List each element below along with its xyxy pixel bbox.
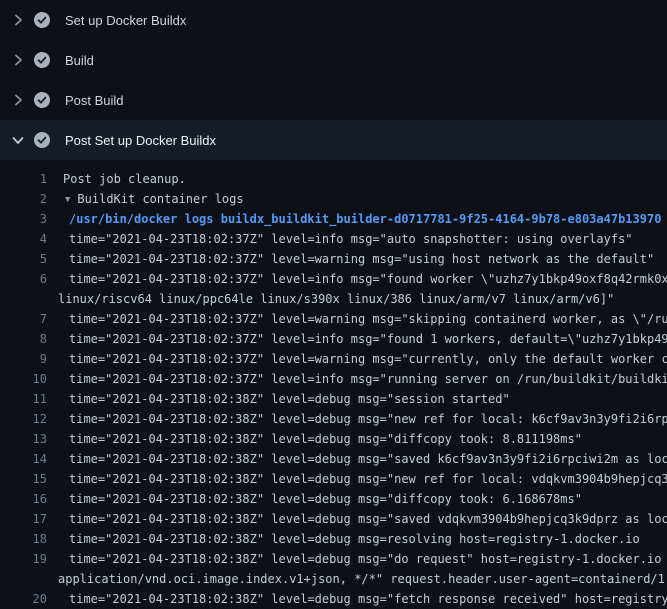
line-number[interactable]: 1 [0,169,47,189]
line-number [0,569,47,589]
log-line: 11time="2021-04-23T18:02:38Z" level=debu… [0,389,667,409]
step-label: Build [65,53,94,68]
log-text: Post job cleanup. [47,169,186,189]
log-command-text: /usr/bin/docker logs buildx_buildkit_bui… [47,209,661,229]
log-text: time="2021-04-23T18:02:37Z" level=warnin… [47,349,667,369]
line-number[interactable]: 19 [0,549,47,569]
log-text: time="2021-04-23T18:02:38Z" level=debug … [47,449,667,469]
log-line: 10time="2021-04-23T18:02:37Z" level=info… [0,369,667,389]
log-line: 5time="2021-04-23T18:02:37Z" level=warni… [0,249,667,269]
line-number[interactable]: 3 [0,209,47,229]
chevron-right-icon [10,52,26,68]
log-line: 18time="2021-04-23T18:02:38Z" level=debu… [0,529,667,549]
step-label: Set up Docker Buildx [65,13,186,28]
log-text: time="2021-04-23T18:02:37Z" level=warnin… [47,249,654,269]
log-text: time="2021-04-23T18:02:37Z" level=warnin… [47,309,667,329]
line-number [0,289,47,309]
line-number[interactable]: 18 [0,529,47,549]
log-line: 12time="2021-04-23T18:02:38Z" level=debu… [0,409,667,429]
log-line: 6time="2021-04-23T18:02:37Z" level=info … [0,269,667,289]
line-number[interactable]: 8 [0,329,47,349]
log-text: time="2021-04-23T18:02:38Z" level=debug … [47,429,582,449]
check-circle-icon [34,52,50,68]
line-number[interactable]: 11 [0,389,47,409]
line-number[interactable]: 2 [0,189,47,209]
log-line: 8time="2021-04-23T18:02:37Z" level=info … [0,329,667,349]
log-line: linux/riscv64 linux/ppc64le linux/s390x … [0,289,667,309]
log-line: 20time="2021-04-23T18:02:38Z" level=debu… [0,589,667,609]
line-number[interactable]: 20 [0,589,47,609]
log-text: time="2021-04-23T18:02:38Z" level=debug … [47,589,667,609]
step-label: Post Build [65,93,124,108]
line-number[interactable]: 16 [0,489,47,509]
log-text: time="2021-04-23T18:02:38Z" level=debug … [47,389,510,409]
log-viewer: 1Post job cleanup.2▼BuildKit container l… [0,160,667,609]
line-number[interactable]: 5 [0,249,47,269]
log-line: 14time="2021-04-23T18:02:38Z" level=debu… [0,449,667,469]
log-text: linux/riscv64 linux/ppc64le linux/s390x … [47,289,614,309]
chevron-right-icon [10,92,26,108]
log-line: 9time="2021-04-23T18:02:37Z" level=warni… [0,349,667,369]
steps-list: Set up Docker Buildx Build [0,0,667,160]
line-number[interactable]: 10 [0,369,47,389]
log-line: 4time="2021-04-23T18:02:37Z" level=info … [0,229,667,249]
log-text: time="2021-04-23T18:02:38Z" level=debug … [47,529,640,549]
step-header[interactable]: Build [0,40,667,80]
check-circle-icon [34,132,50,148]
log-group-toggle[interactable]: ▼BuildKit container logs [47,189,244,209]
log-text: time="2021-04-23T18:02:38Z" level=debug … [47,409,667,429]
log-text: time="2021-04-23T18:02:38Z" level=debug … [47,549,667,569]
line-number[interactable]: 7 [0,309,47,329]
step-header[interactable]: Post Build [0,80,667,120]
log-line: 3/usr/bin/docker logs buildx_buildkit_bu… [0,209,667,229]
log-line: 19time="2021-04-23T18:02:38Z" level=debu… [0,549,667,569]
log-text: application/vnd.oci.image.index.v1+json,… [47,569,667,589]
log-line: 16time="2021-04-23T18:02:38Z" level=debu… [0,489,667,509]
log-text: time="2021-04-23T18:02:37Z" level=info m… [47,369,667,389]
chevron-right-icon [10,12,26,28]
step-header[interactable]: Set up Docker Buildx [0,0,667,40]
check-circle-icon [34,92,50,108]
line-number[interactable]: 12 [0,409,47,429]
log-text: time="2021-04-23T18:02:37Z" level=info m… [47,329,667,349]
log-text: time="2021-04-23T18:02:37Z" level=info m… [47,269,667,289]
log-line: 7time="2021-04-23T18:02:37Z" level=warni… [0,309,667,329]
log-text: time="2021-04-23T18:02:37Z" level=info m… [47,229,633,249]
step-label: Post Set up Docker Buildx [65,133,216,148]
line-number[interactable]: 15 [0,469,47,489]
log-line: 13time="2021-04-23T18:02:38Z" level=debu… [0,429,667,449]
log-text: time="2021-04-23T18:02:38Z" level=debug … [47,469,667,489]
log-line: 1Post job cleanup. [0,169,667,189]
line-number[interactable]: 17 [0,509,47,529]
log-line: 15time="2021-04-23T18:02:38Z" level=debu… [0,469,667,489]
line-number[interactable]: 14 [0,449,47,469]
log-line: 17time="2021-04-23T18:02:38Z" level=debu… [0,509,667,529]
line-number[interactable]: 6 [0,269,47,289]
line-number[interactable]: 13 [0,429,47,449]
check-circle-icon [34,12,50,28]
line-number[interactable]: 4 [0,229,47,249]
log-line: 2▼BuildKit container logs [0,189,667,209]
step-header[interactable]: Post Set up Docker Buildx [0,120,667,160]
log-text: time="2021-04-23T18:02:38Z" level=debug … [47,509,667,529]
log-line: application/vnd.oci.image.index.v1+json,… [0,569,667,589]
log-text: time="2021-04-23T18:02:38Z" level=debug … [47,489,582,509]
triangle-down-icon: ▼ [65,190,70,209]
chevron-down-icon [10,132,26,148]
line-number[interactable]: 9 [0,349,47,369]
